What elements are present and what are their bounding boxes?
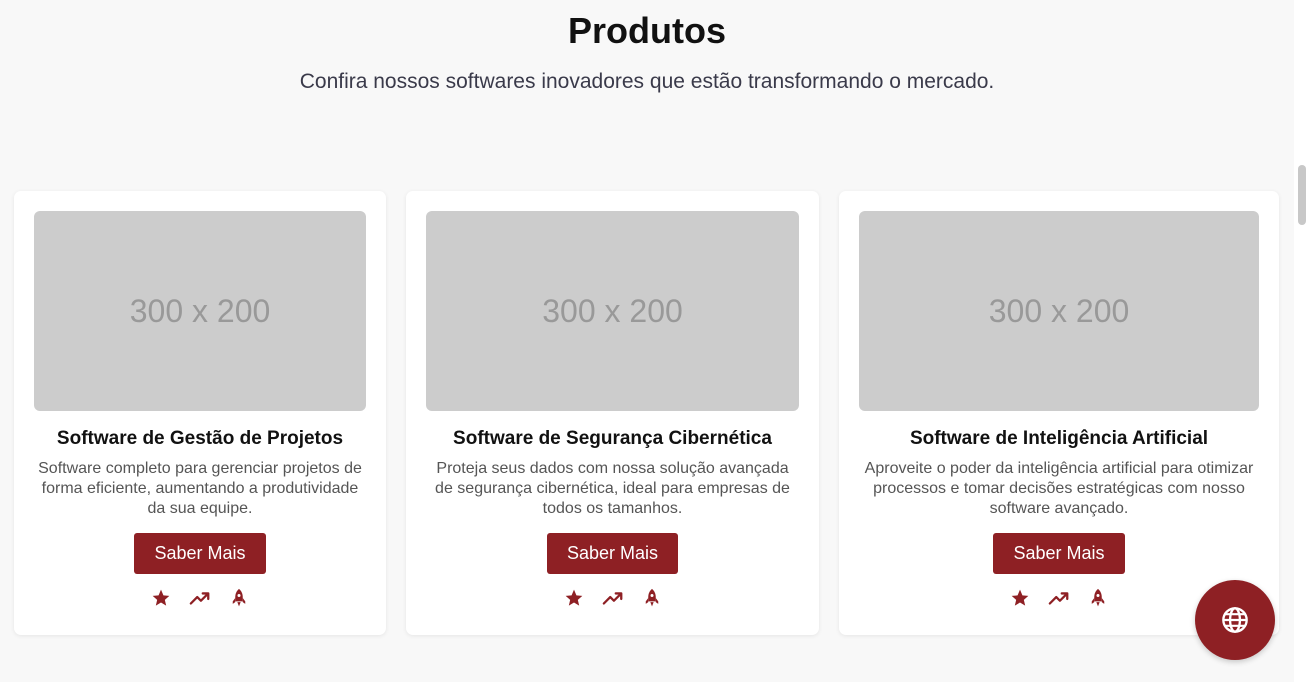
saber-mais-button[interactable]: Saber Mais — [993, 533, 1125, 574]
product-icons — [426, 586, 799, 609]
page-subtitle: Confira nossos softwares inovadores que … — [299, 70, 995, 93]
product-image-placeholder: 300 x 200 — [426, 211, 799, 411]
trending-up-icon — [189, 586, 212, 609]
product-card: 300 x 200 Software de Segurança Cibernét… — [406, 191, 819, 635]
vertical-scrollbar[interactable] — [1294, 0, 1310, 682]
product-icons — [34, 586, 366, 609]
product-title: Software de Gestão de Projetos — [56, 428, 344, 449]
product-card: 300 x 200 Software de Inteligência Artif… — [839, 191, 1279, 635]
trending-up-icon — [1048, 586, 1071, 609]
product-card: 300 x 200 Software de Gestão de Projetos… — [14, 191, 386, 635]
star-icon — [562, 586, 585, 609]
star-icon — [150, 586, 173, 609]
product-image-placeholder: 300 x 200 — [859, 211, 1259, 411]
product-title: Software de Inteligência Artificial — [909, 428, 1209, 449]
product-title: Software de Segurança Cibernética — [453, 428, 772, 449]
product-description: Software completo para gerenciar projeto… — [38, 460, 362, 517]
product-description: Proteja seus dados com nossa solução ava… — [435, 460, 790, 517]
saber-mais-button[interactable]: Saber Mais — [546, 533, 679, 574]
globe-icon — [1221, 606, 1249, 634]
saber-mais-button[interactable]: Saber Mais — [134, 533, 266, 574]
trending-up-icon — [601, 586, 624, 609]
star-icon — [1009, 586, 1032, 609]
rocket-icon — [1087, 586, 1110, 609]
language-fab-button[interactable] — [1195, 580, 1275, 660]
page-title: Produtos — [568, 10, 726, 51]
rocket-icon — [640, 586, 663, 609]
product-image-placeholder: 300 x 200 — [34, 211, 366, 411]
products-page: Produtos Confira nossos softwares inovad… — [0, 0, 1310, 682]
rocket-icon — [228, 586, 251, 609]
product-description: Aproveite o poder da inteligência artifi… — [864, 460, 1254, 517]
scrollbar-thumb[interactable] — [1298, 165, 1306, 225]
